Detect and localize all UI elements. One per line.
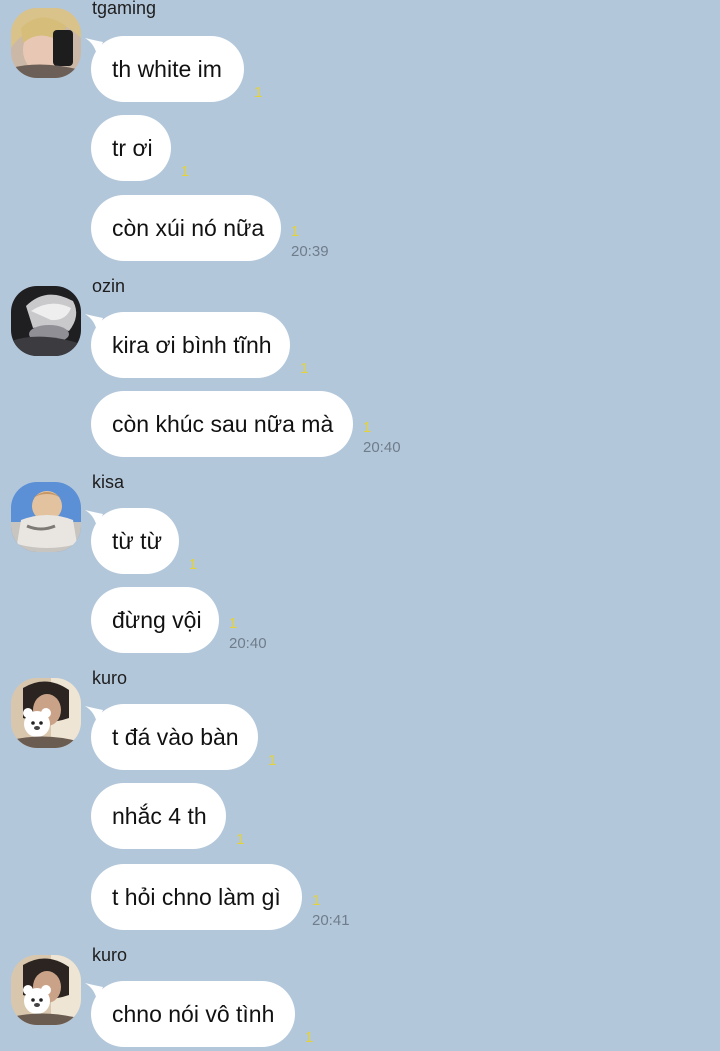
sender-name: kuro [92,668,128,688]
message-bubble[interactable]: tr ơi [91,115,171,181]
sender-name: tgaming [92,0,157,18]
avatar-kisa-icon[interactable] [11,482,81,552]
message-bubble[interactable]: còn xúi nó nữa [91,195,281,261]
avatar-kuro-icon[interactable] [11,678,81,748]
chat-view[interactable]: tgaming th white im 1 tr ơi 1 còn xúi nó nữa 1… [0,0,720,1051]
unread-count: 1 [300,360,309,377]
avatar-ozin-icon[interactable] [11,286,81,356]
unread-count: 1 [254,84,263,101]
message-bubble[interactable]: t đá vào bàn [91,704,258,770]
unread-count: 1 [305,1029,314,1046]
message-bubble[interactable]: đừng vội [91,587,219,653]
message-timestamp: 20:40 [229,635,267,652]
message-bubble[interactable]: chno nói vô tình [91,981,295,1047]
unread-count: 1 [291,223,300,240]
message-bubble[interactable]: nhắc 4 th [91,783,226,849]
unread-count: 1 [189,556,198,573]
sender-name: kisa [92,472,125,492]
message-bubble[interactable]: từ từ [91,508,179,574]
message-timestamp: 20:40 [363,439,401,456]
avatar-kuro-icon[interactable] [11,955,81,1025]
unread-count: 1 [229,615,238,632]
unread-count: 1 [268,752,277,769]
unread-count: 1 [363,419,372,436]
unread-count: 1 [312,892,321,909]
message-bubble[interactable]: th white im [91,36,244,102]
message-bubble[interactable]: còn khúc sau nữa mà [91,391,353,457]
sender-name: ozin [92,276,126,296]
message-timestamp: 20:39 [291,243,329,260]
unread-count: 1 [236,831,245,848]
avatar-tgaming-icon[interactable] [11,8,81,78]
message-bubble[interactable]: t hỏi chno làm gì [91,864,302,930]
message-bubble[interactable]: kira ơi bình tĩnh [91,312,290,378]
unread-count: 1 [181,163,190,180]
message-timestamp: 20:41 [312,912,350,929]
sender-name: kuro [92,945,128,965]
